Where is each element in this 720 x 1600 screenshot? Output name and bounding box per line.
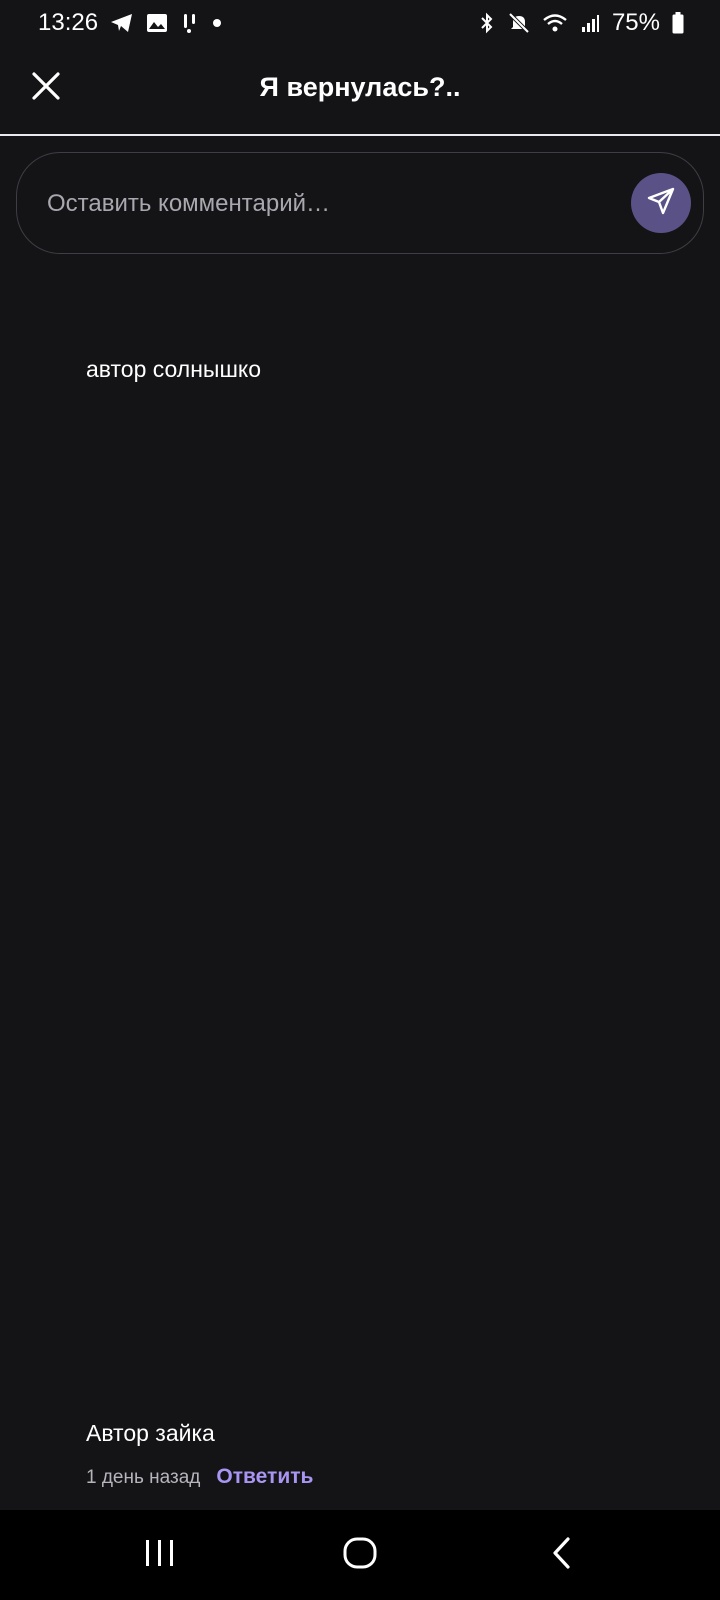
status-bar: 13:26 75% xyxy=(0,0,720,46)
navigation-bar xyxy=(0,1510,720,1600)
comment-composer xyxy=(16,152,704,254)
battery-percent: 75% xyxy=(611,9,660,36)
notification-icon xyxy=(180,12,200,34)
status-bar-right: 75% xyxy=(478,9,684,37)
status-bar-left: 13:26 xyxy=(38,9,222,37)
telegram-icon xyxy=(110,13,134,33)
home-icon xyxy=(342,1536,378,1575)
page-title: Я вернулась?.. xyxy=(259,72,461,102)
wifi-icon xyxy=(542,13,568,33)
comment-text: автор солнышко xyxy=(86,356,262,382)
send-button[interactable] xyxy=(631,173,691,233)
comment-input[interactable] xyxy=(45,183,609,225)
header: Я вернулась?.. xyxy=(0,46,720,136)
battery-icon xyxy=(672,12,684,34)
mute-icon xyxy=(508,12,530,34)
reply-button[interactable]: Ответить xyxy=(216,1465,313,1489)
send-icon xyxy=(645,185,677,222)
signal-icon xyxy=(580,13,600,33)
back-icon xyxy=(550,1536,574,1575)
comment-timestamp: 1 день назад xyxy=(86,1467,201,1488)
dot-icon xyxy=(212,18,222,28)
back-button[interactable] xyxy=(538,1531,586,1579)
image-icon xyxy=(146,13,168,33)
comment-text: Автор зайка xyxy=(86,1420,215,1446)
recent-apps-icon xyxy=(143,1538,177,1573)
status-time: 13:26 xyxy=(38,9,99,36)
home-button[interactable] xyxy=(336,1531,384,1579)
bluetooth-icon xyxy=(478,12,496,34)
comment-meta: 1 день назад Ответить xyxy=(86,1465,313,1489)
recent-apps-button[interactable] xyxy=(136,1531,184,1579)
